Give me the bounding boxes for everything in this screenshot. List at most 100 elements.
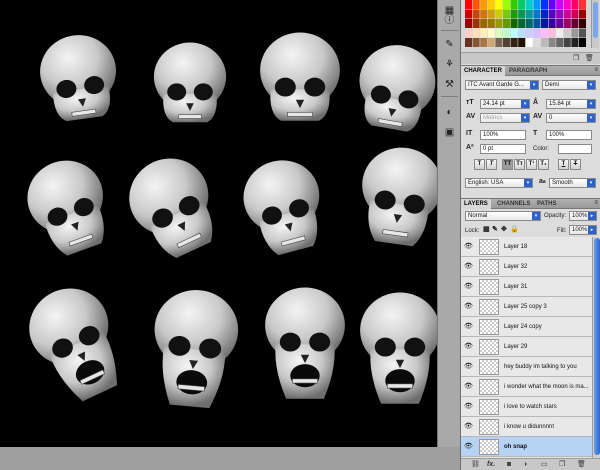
- swatch[interactable]: [533, 0, 541, 9]
- swatch[interactable]: [571, 28, 579, 38]
- adjustment-layer-icon[interactable]: ◑: [523, 461, 531, 468]
- vertical-scale-field[interactable]: 100%: [480, 130, 526, 140]
- swatch[interactable]: [579, 28, 586, 38]
- leading-field[interactable]: 15.84 pt ▾: [546, 99, 596, 109]
- visibility-eye-icon[interactable]: 👁: [464, 263, 473, 270]
- tab-character[interactable]: CHARACTER: [461, 66, 505, 76]
- swatch[interactable]: [510, 28, 518, 38]
- swatch[interactable]: [548, 38, 556, 47]
- swatch[interactable]: [503, 28, 510, 38]
- delete-swatch-icon[interactable]: 🗑: [585, 55, 594, 62]
- delete-layer-icon[interactable]: 🗑: [577, 461, 586, 468]
- swatch[interactable]: [571, 0, 579, 9]
- layer-row[interactable]: 👁 Layer 29: [461, 337, 592, 357]
- swatch[interactable]: [541, 9, 548, 19]
- swatch[interactable]: [579, 38, 586, 47]
- swatch[interactable]: [563, 38, 571, 47]
- panel-menu-icon[interactable]: ≡: [594, 67, 598, 73]
- swatch[interactable]: [465, 19, 472, 28]
- swatch[interactable]: [503, 38, 510, 47]
- swatch[interactable]: [579, 0, 586, 9]
- swatch[interactable]: [518, 38, 526, 47]
- swatches-scrollbar[interactable]: [591, 0, 599, 48]
- font-family-select[interactable]: ITC Avant Garde G... ▾: [465, 80, 539, 90]
- layer-row[interactable]: 👁 hey buddy im talking to you: [461, 357, 592, 377]
- swatch[interactable]: [556, 0, 564, 9]
- layer-row[interactable]: 👁 i love to watch stars: [461, 397, 592, 417]
- swatch[interactable]: [480, 38, 488, 47]
- subscript-button[interactable]: T₁: [538, 159, 549, 170]
- visibility-eye-icon[interactable]: 👁: [464, 303, 473, 310]
- layer-row[interactable]: 👁 i know u didunnnnt: [461, 417, 592, 437]
- swatch[interactable]: [533, 9, 541, 19]
- visibility-eye-icon[interactable]: 👁: [464, 323, 473, 330]
- link-layers-icon[interactable]: ⛓: [471, 461, 480, 468]
- kerning-field[interactable]: Metrics ▾: [480, 113, 530, 123]
- swatch[interactable]: [472, 38, 480, 47]
- swatch[interactable]: [525, 9, 533, 19]
- swatch[interactable]: [503, 9, 510, 19]
- swatch[interactable]: [525, 38, 533, 47]
- swatch[interactable]: [503, 0, 510, 9]
- horizontal-scale-field[interactable]: 100%: [546, 130, 592, 140]
- swatch[interactable]: [510, 9, 518, 19]
- swatch[interactable]: [487, 38, 495, 47]
- add-mask-icon[interactable]: ◙: [507, 461, 515, 468]
- text-color-swatch[interactable]: [558, 144, 592, 154]
- swatch[interactable]: [480, 9, 488, 19]
- lock-transparent-icon[interactable]: ▦: [483, 226, 490, 234]
- swatch[interactable]: [480, 0, 488, 9]
- swatch[interactable]: [472, 28, 480, 38]
- swatch[interactable]: [495, 19, 503, 28]
- fx-button[interactable]: fx.: [487, 461, 495, 468]
- swatch[interactable]: [480, 19, 488, 28]
- swatch[interactable]: [533, 38, 541, 47]
- swatch[interactable]: [495, 0, 503, 9]
- swatch[interactable]: [548, 19, 556, 28]
- font-style-select[interactable]: Demi ▾: [542, 80, 596, 90]
- swatch[interactable]: [518, 19, 526, 28]
- swatch[interactable]: [556, 9, 564, 19]
- swatch[interactable]: [563, 28, 571, 38]
- font-size-field[interactable]: 24.14 pt ▾: [480, 99, 530, 109]
- new-swatch-icon[interactable]: ❐: [573, 55, 581, 62]
- swatch[interactable]: [495, 28, 503, 38]
- tab-channels[interactable]: CHANNELS: [494, 199, 533, 209]
- opacity-field[interactable]: 100% ▸: [569, 211, 597, 221]
- swatch[interactable]: [541, 0, 548, 9]
- scrollbar-thumb[interactable]: [594, 238, 600, 455]
- swatch[interactable]: [487, 19, 495, 28]
- swatch[interactable]: [487, 0, 495, 9]
- swatch[interactable]: [487, 9, 495, 19]
- info-icon[interactable]: ⓘ: [441, 10, 458, 27]
- swatch[interactable]: [525, 19, 533, 28]
- visibility-eye-icon[interactable]: 👁: [464, 423, 473, 430]
- lock-image-icon[interactable]: ✎: [492, 226, 498, 234]
- swatch[interactable]: [541, 38, 548, 47]
- visibility-eye-icon[interactable]: 👁: [464, 403, 473, 410]
- swatch[interactable]: [510, 0, 518, 9]
- layer-row[interactable]: 👁 Layer 24 copy: [461, 317, 592, 337]
- swatch[interactable]: [465, 9, 472, 19]
- faux-italic-button[interactable]: T: [486, 159, 497, 170]
- swatch[interactable]: [579, 19, 586, 28]
- visibility-eye-icon[interactable]: 👁: [464, 383, 473, 390]
- new-layer-icon[interactable]: ❐: [559, 461, 567, 468]
- superscript-button[interactable]: T¹: [526, 159, 537, 170]
- swatch[interactable]: [533, 19, 541, 28]
- swatch[interactable]: [571, 38, 579, 47]
- swatch[interactable]: [465, 38, 472, 47]
- layer-row[interactable]: 👁 Layer 31: [461, 277, 592, 297]
- swatch[interactable]: [563, 19, 571, 28]
- swatch[interactable]: [525, 0, 533, 9]
- visibility-eye-icon[interactable]: 👁: [464, 443, 473, 450]
- swatch[interactable]: [571, 19, 579, 28]
- tracking-field[interactable]: 0 ▾: [546, 113, 596, 123]
- swatch[interactable]: [548, 28, 556, 38]
- swatch[interactable]: [495, 9, 503, 19]
- faux-bold-button[interactable]: T: [474, 159, 485, 170]
- swatch[interactable]: [541, 19, 548, 28]
- layer-row[interactable]: 👁 i wonder what the moon is ma...: [461, 377, 592, 397]
- layer-row[interactable]: 👁 Layer 32: [461, 257, 592, 277]
- swatch[interactable]: [533, 28, 541, 38]
